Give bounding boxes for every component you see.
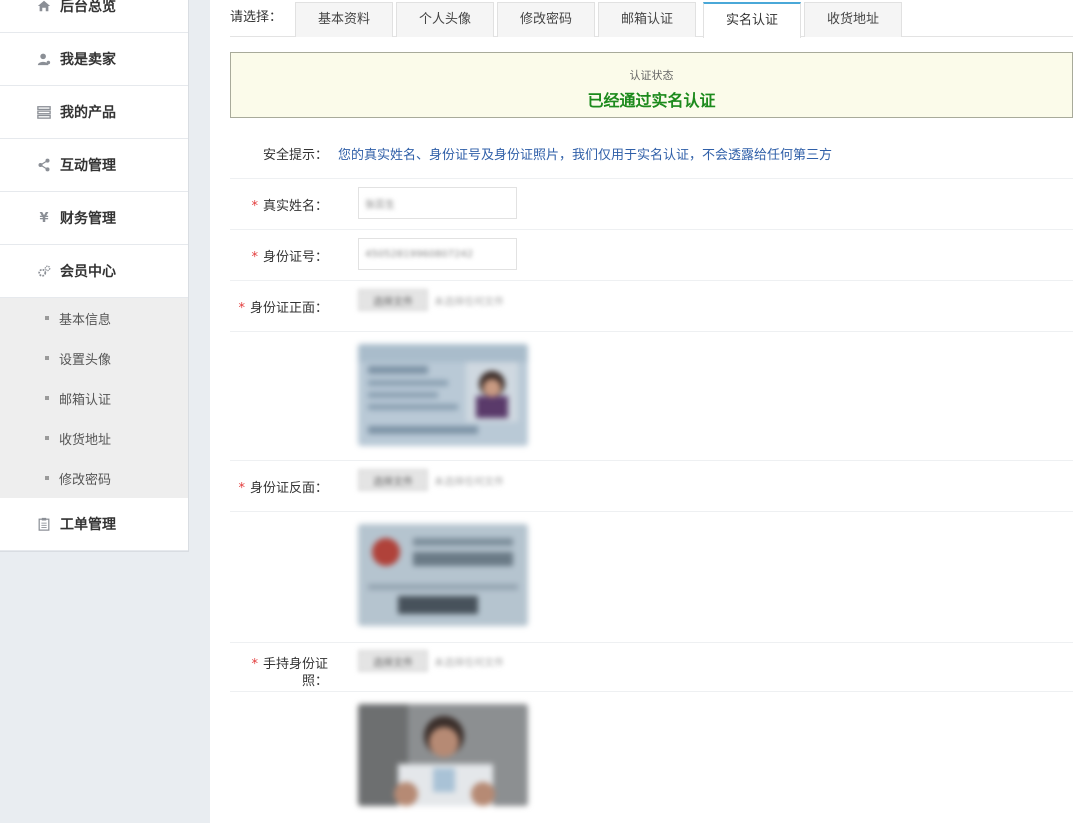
bullet-icon — [45, 396, 49, 400]
tab-prompt: 请选择： — [230, 10, 283, 25]
sidebar-item-finance[interactable]: ¥ 财务管理 — [0, 192, 188, 245]
security-tip-text: 您的真实姓名、身份证号及身份证照片，我们仅用于实名认证，不会透露给任何第三方 — [338, 148, 833, 163]
submenu-item-avatar[interactable]: 设置头像 — [0, 338, 188, 378]
tab-avatar[interactable]: 个人头像 — [396, 2, 494, 37]
id-front-image — [358, 344, 528, 446]
share-icon — [36, 157, 52, 173]
submenu-item-label: 设置头像 — [59, 352, 112, 368]
bullet-icon — [45, 476, 49, 480]
sidebar-item-label: 我的产品 — [60, 105, 116, 121]
sidebar: 后台总览 我是卖家 我的产品 互动管理 ¥ 财务管理 会员中心 基本信息 设置头… — [0, 0, 189, 552]
hold-id-image — [358, 704, 528, 806]
id-back-label: * 身份证反面： — [238, 477, 328, 496]
tab-basic-info[interactable]: 基本资料 — [295, 2, 393, 37]
required-mark: * — [251, 250, 258, 265]
bullet-icon — [45, 436, 49, 440]
clipboard-icon — [36, 516, 52, 532]
home-icon — [36, 0, 52, 14]
sidebar-item-overview[interactable]: 后台总览 — [0, 0, 188, 33]
required-mark: * — [251, 657, 258, 672]
hold-id-label: * 手持身份证照： — [236, 656, 328, 690]
sidebar-item-label: 互动管理 — [60, 158, 116, 174]
id-number-value: 45052819960807242 — [365, 248, 474, 260]
bullet-icon — [45, 356, 49, 360]
hold-id-row: * 手持身份证照： 选择文件 未选择任何文件 — [230, 643, 1073, 692]
id-front-preview-row — [230, 332, 1073, 461]
sidebar-item-label: 我是卖家 — [60, 52, 116, 68]
hold-id-preview-row — [230, 692, 1073, 823]
label-text: 身份证号： — [262, 250, 328, 265]
tab-email-verify[interactable]: 邮箱认证 — [598, 2, 696, 37]
gears-icon — [36, 263, 52, 279]
yen-icon: ¥ — [39, 210, 49, 226]
id-number-row: * 身份证号： 45052819960807242 — [230, 230, 1073, 281]
list-icon — [36, 104, 52, 120]
upload-button-label: 选择文件 — [373, 476, 413, 488]
id-back-preview-row — [230, 512, 1073, 643]
user-icon — [36, 51, 52, 67]
sidebar-item-seller[interactable]: 我是卖家 — [0, 33, 188, 86]
tab-shipping-address[interactable]: 收货地址 — [804, 2, 902, 37]
sidebar-item-interaction[interactable]: 互动管理 — [0, 139, 188, 192]
upload-button-label: 选择文件 — [373, 296, 413, 308]
security-tip-label: 安全提示： — [262, 148, 328, 163]
submenu-item-email[interactable]: 邮箱认证 — [0, 378, 188, 418]
label-text: 身份证反面： — [249, 481, 328, 496]
submenu-item-label: 修改密码 — [59, 472, 112, 488]
id-front-label: * 身份证正面： — [238, 297, 328, 316]
id-back-image — [358, 524, 528, 626]
id-back-upload-note: 未选择任何文件 — [434, 477, 504, 488]
submenu-item-password[interactable]: 修改密码 — [0, 458, 188, 498]
required-mark: * — [251, 199, 258, 214]
label-text: 手持身份证照： — [262, 657, 328, 689]
id-front-row: * 身份证正面： 选择文件 未选择任何文件 — [230, 281, 1073, 332]
submenu-item-basic-info[interactable]: 基本信息 — [0, 298, 188, 338]
submenu-item-address[interactable]: 收货地址 — [0, 418, 188, 458]
submenu-item-label: 收货地址 — [59, 432, 112, 448]
sidebar-item-tickets[interactable]: 工单管理 — [0, 498, 188, 551]
id-back-upload-button[interactable]: 选择文件 — [358, 469, 428, 491]
id-number-field[interactable]: 45052819960807242 — [358, 238, 517, 270]
security-tip-row: 安全提示： 您的真实姓名、身份证号及身份证照片，我们仅用于实名认证，不会透露给任… — [230, 128, 1073, 179]
required-mark: * — [238, 481, 245, 496]
id-front-upload-button[interactable]: 选择文件 — [358, 289, 428, 311]
verification-status-box: 认证状态 已经通过实名认证 — [230, 52, 1073, 118]
label-text: 真实姓名： — [262, 199, 328, 214]
id-back-row: * 身份证反面： 选择文件 未选择任何文件 — [230, 461, 1073, 512]
tab-bar: 请选择： 基本资料 个人头像 修改密码 邮箱认证 实名认证 收货地址 — [230, 0, 1073, 38]
sidebar-item-label: 财务管理 — [60, 211, 116, 227]
member-center-submenu: 基本信息 设置头像 邮箱认证 收货地址 修改密码 — [0, 298, 188, 498]
main-panel: 请选择： 基本资料 个人头像 修改密码 邮箱认证 实名认证 收货地址 认证状态 … — [210, 0, 1073, 823]
status-value: 已经通过实名认证 — [587, 91, 716, 110]
status-label: 认证状态 — [629, 69, 674, 82]
sidebar-item-label: 会员中心 — [60, 264, 116, 280]
submenu-item-label: 邮箱认证 — [59, 392, 112, 408]
label-text: 身份证正面： — [249, 301, 328, 316]
real-name-value: 张蕊生 — [365, 199, 395, 211]
id-front-upload-note: 未选择任何文件 — [434, 297, 504, 308]
sidebar-item-label: 后台总览 — [60, 0, 116, 15]
hold-id-upload-button[interactable]: 选择文件 — [358, 650, 428, 672]
upload-button-label: 选择文件 — [373, 657, 413, 669]
real-name-field[interactable]: 张蕊生 — [358, 187, 517, 219]
bullet-icon — [45, 316, 49, 320]
sidebar-item-member-center[interactable]: 会员中心 — [0, 245, 188, 298]
hold-id-upload-note: 未选择任何文件 — [434, 658, 504, 669]
sidebar-item-products[interactable]: 我的产品 — [0, 86, 188, 139]
required-mark: * — [238, 301, 245, 316]
submenu-item-label: 基本信息 — [59, 312, 112, 328]
tab-change-password[interactable]: 修改密码 — [497, 2, 595, 37]
real-name-label: * 真实姓名： — [251, 195, 328, 214]
real-name-row: * 真实姓名： 张蕊生 — [230, 179, 1073, 230]
id-number-label: * 身份证号： — [251, 246, 328, 265]
tab-realname-verify[interactable]: 实名认证 — [703, 2, 801, 38]
sidebar-item-label: 工单管理 — [60, 517, 116, 533]
